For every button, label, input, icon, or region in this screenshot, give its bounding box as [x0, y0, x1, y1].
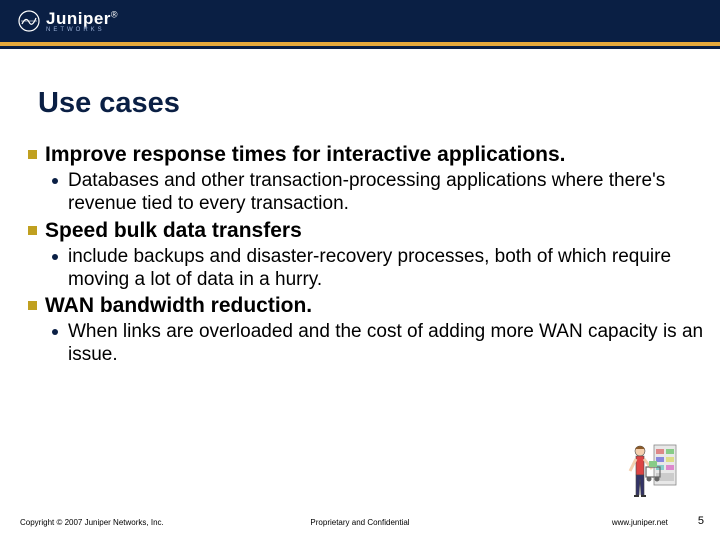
sub-bullet-item: Databases and other transaction-processi… [52, 169, 710, 215]
bullet-item: Improve response times for interactive a… [28, 142, 710, 167]
bullet-item: WAN bandwidth reduction. [28, 293, 710, 318]
sub-bullet-text: Databases and other transaction-processi… [68, 169, 710, 215]
bullet-text: Improve response times for interactive a… [45, 142, 566, 167]
dot-bullet-icon [52, 254, 58, 260]
slide-content: Improve response times for interactive a… [28, 142, 710, 367]
square-bullet-icon [28, 150, 37, 159]
footer-right-block: www.juniper.net 5 [612, 515, 704, 527]
logo-text: Juniper [46, 9, 111, 28]
slide-header: Juniper® NETWORKS [0, 0, 720, 42]
footer-url: www.juniper.net [612, 518, 668, 527]
sub-bullet-text: include backups and disaster-recovery pr… [68, 245, 710, 291]
juniper-logo: Juniper® NETWORKS [18, 9, 118, 33]
header-accent-blue [0, 46, 720, 49]
shopping-clipart-icon [626, 439, 680, 506]
square-bullet-icon [28, 301, 37, 310]
dot-bullet-icon [52, 178, 58, 184]
logo-mark-icon [18, 10, 40, 32]
bullet-text: Speed bulk data transfers [45, 218, 302, 243]
logo-text-block: Juniper® NETWORKS [46, 9, 118, 33]
footer-confidential: Proprietary and Confidential [310, 518, 409, 527]
footer-copyright: Copyright © 2007 Juniper Networks, Inc. [20, 518, 164, 527]
page-number: 5 [698, 515, 704, 527]
sub-bullet-item: include backups and disaster-recovery pr… [52, 245, 710, 291]
bullet-text: WAN bandwidth reduction. [45, 293, 312, 318]
sub-bullet-item: When links are overloaded and the cost o… [52, 320, 710, 366]
bullet-item: Speed bulk data transfers [28, 218, 710, 243]
dot-bullet-icon [52, 329, 58, 335]
sub-bullet-text: When links are overloaded and the cost o… [68, 320, 710, 366]
registered-icon: ® [111, 10, 118, 20]
square-bullet-icon [28, 226, 37, 235]
slide-title: Use cases [38, 87, 720, 120]
slide-footer: Copyright © 2007 Juniper Networks, Inc. … [0, 515, 720, 527]
